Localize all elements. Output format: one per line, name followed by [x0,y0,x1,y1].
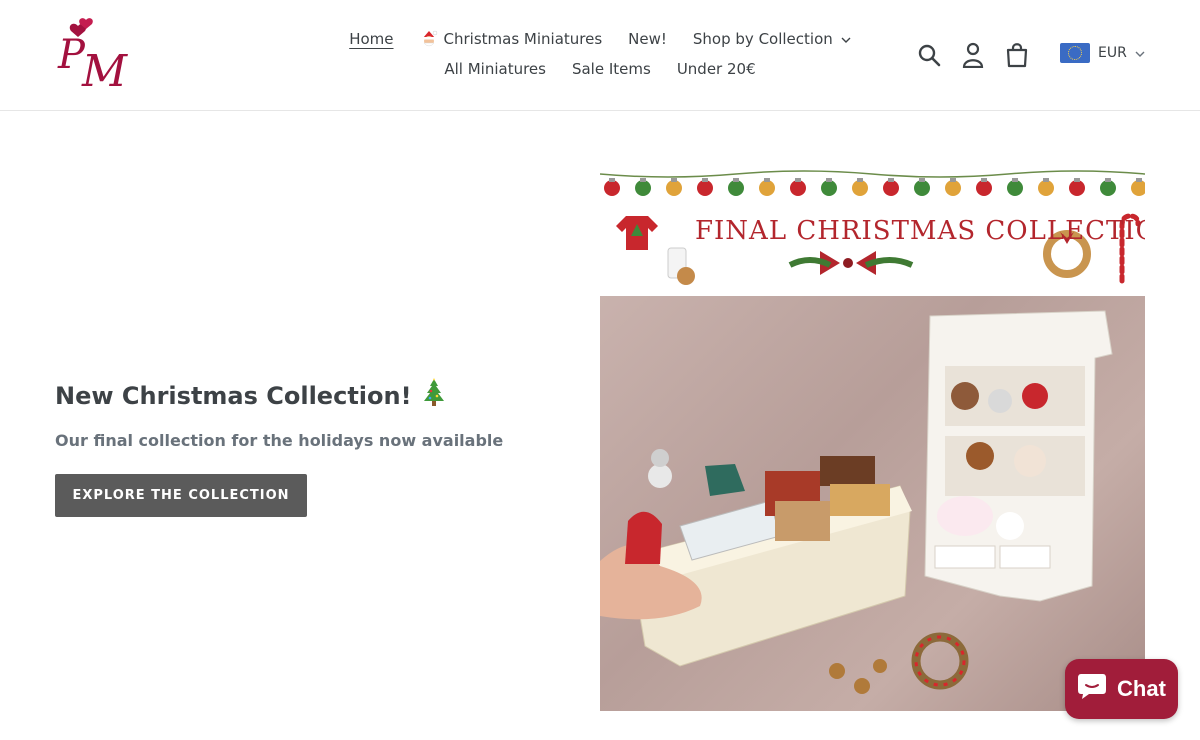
ornament [914,180,930,196]
currency-selector[interactable]: EUR [1060,43,1145,63]
ornament [697,180,713,196]
nav-label-under-20: Under 20€ [676,60,756,78]
nav-label-all-miniatures: All Miniatures [444,60,546,78]
nav-link-all-miniatures[interactable]: All Miniatures [444,60,546,78]
ornament [759,180,775,196]
ornament [976,180,992,196]
ornament [1131,180,1145,196]
ornament [883,180,899,196]
hero-photo[interactable] [600,296,1145,711]
nav-link-under-20[interactable]: Under 20€ [677,60,756,78]
hero-title: New Christmas Collection! [55,378,446,414]
chevron-down-icon [1135,45,1145,61]
nav-label-sale-items: Sale Items [571,60,651,78]
search-icon[interactable] [916,40,942,70]
chat-label: Chat [1117,676,1166,701]
account-icon[interactable] [960,40,986,70]
nav-link-home[interactable]: Home [349,30,393,48]
main-nav: Home Christmas Miniatures New! Shop by C… [300,24,900,84]
hero-title-text: New Christmas Collection! [55,382,412,410]
santa-icon [420,30,438,48]
svg-text:M: M [81,46,128,94]
ornament [790,180,806,196]
chevron-down-icon [841,33,851,46]
nav-label-christmas-miniatures: Christmas Miniatures [443,30,603,48]
nav-label-new: New! [628,30,667,48]
ornament [635,180,651,196]
ornament [728,180,744,196]
nav-label-home: Home [349,30,394,48]
chat-bubble-icon [1077,672,1107,706]
chat-button[interactable]: Chat [1065,659,1178,719]
site-header: P M Home Christmas Miniatures New! Shop … [0,0,1200,111]
ornament [1007,180,1023,196]
explore-collection-button[interactable]: EXPLORE THE COLLECTION [55,474,307,517]
ornament [852,180,868,196]
nav-label-shop-by-collection: Shop by Collection [692,30,833,48]
nav-link-christmas-miniatures[interactable]: Christmas Miniatures [420,30,603,48]
ornament [1038,180,1054,196]
header-icons [916,40,1030,70]
nav-link-new[interactable]: New! [628,30,667,48]
ornament [1100,180,1116,196]
nav-link-sale-items[interactable]: Sale Items [572,60,651,78]
miniature-scene-image [600,310,1113,694]
site-logo[interactable]: P M [56,16,128,97]
eu-flag-icon [1060,43,1090,63]
nav-row-secondary: All Miniatures Sale Items Under 20€ [300,54,900,84]
ornament [604,180,620,196]
banner-title: FINAL CHRISTMAS COLLECTION [695,216,1145,246]
cart-icon[interactable] [1004,40,1030,70]
ornament [1069,180,1085,196]
christmas-banner: FINAL CHRISTMAS COLLECTION [600,166,1145,296]
currency-code: EUR [1098,45,1127,61]
hero-subtitle: Our final collection for the holidays no… [55,431,504,450]
nav-row-primary: Home Christmas Miniatures New! Shop by C… [300,24,900,54]
logo-graphic: P M [57,18,128,97]
christmas-tree-icon [422,378,446,414]
nav-link-shop-by-collection[interactable]: Shop by Collection [693,30,851,48]
ornament [666,180,682,196]
ornament [945,180,961,196]
ornament [821,180,837,196]
